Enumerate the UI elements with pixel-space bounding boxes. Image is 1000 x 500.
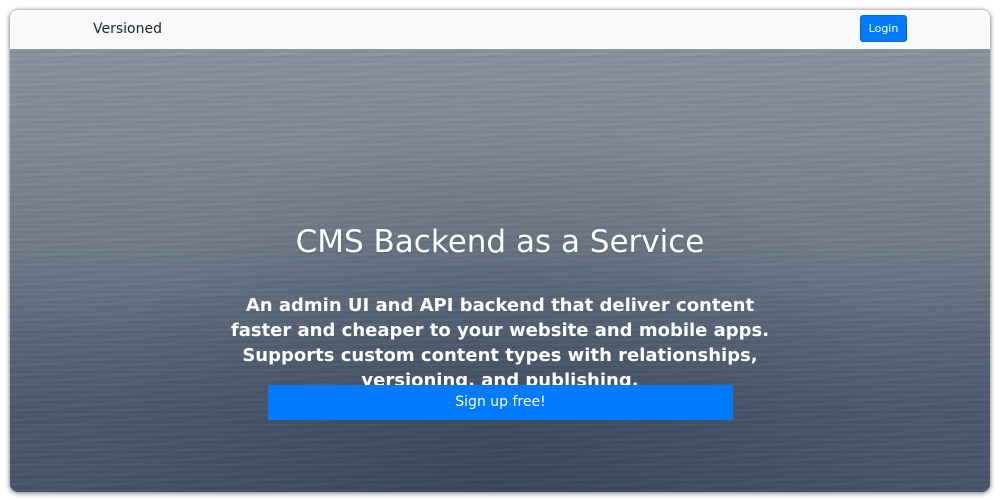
hero-title: CMS Backend as a Service xyxy=(295,223,705,260)
brand-logo[interactable]: Versioned xyxy=(93,19,162,39)
signup-button[interactable]: Sign up free! xyxy=(268,385,733,420)
navbar: Versioned Login xyxy=(10,10,990,50)
hero-section: CMS Backend as a Service An admin UI and… xyxy=(10,49,990,492)
browser-window: Versioned Login CMS Backend as a Service… xyxy=(10,10,990,492)
login-button[interactable]: Login xyxy=(860,15,907,42)
hero-subtitle: An admin UI and API backend that deliver… xyxy=(230,295,770,391)
hero-background-image xyxy=(10,49,990,492)
